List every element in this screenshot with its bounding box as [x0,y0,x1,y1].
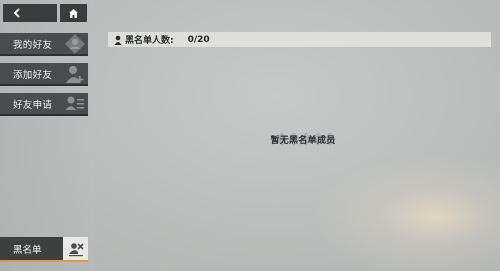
tab-blacklist-label: 黑名单 [0,237,63,262]
empty-message: 暂无黑名单成员 [270,135,336,146]
blacklist-count-bar: 黑名单人数: 0/20 [108,32,491,47]
user-diamond-icon [62,32,88,55]
blacklist-count-label: 黑名单人数: [125,36,174,46]
friend-request-icon [62,92,88,115]
chevron-left-icon [13,8,20,18]
top-bar [3,4,89,22]
empty-state: 暂无黑名单成员 [268,128,338,150]
tab-add-friend-label: 添加好友 [13,69,53,81]
tab-friend-requests-label: 好友申请 [13,99,53,111]
back-button[interactable] [3,4,57,22]
home-icon [69,8,78,18]
blacklist-count-value: 0/20 [187,34,210,45]
blacklist-icon [63,237,88,262]
tab-add-friend[interactable]: 添加好友 [0,63,88,86]
tab-my-friends[interactable]: 我的好友 [0,33,88,56]
tab-blacklist[interactable]: 黑名单 [0,237,88,262]
person-marker-icon [114,35,122,45]
sidebar: 我的好友 添加好友 好友申请 黑名单 [0,0,94,271]
add-user-icon [62,62,88,85]
home-button[interactable] [60,4,87,22]
tab-friend-requests[interactable]: 好友申请 [0,93,88,116]
tab-my-friends-label: 我的好友 [13,39,53,51]
